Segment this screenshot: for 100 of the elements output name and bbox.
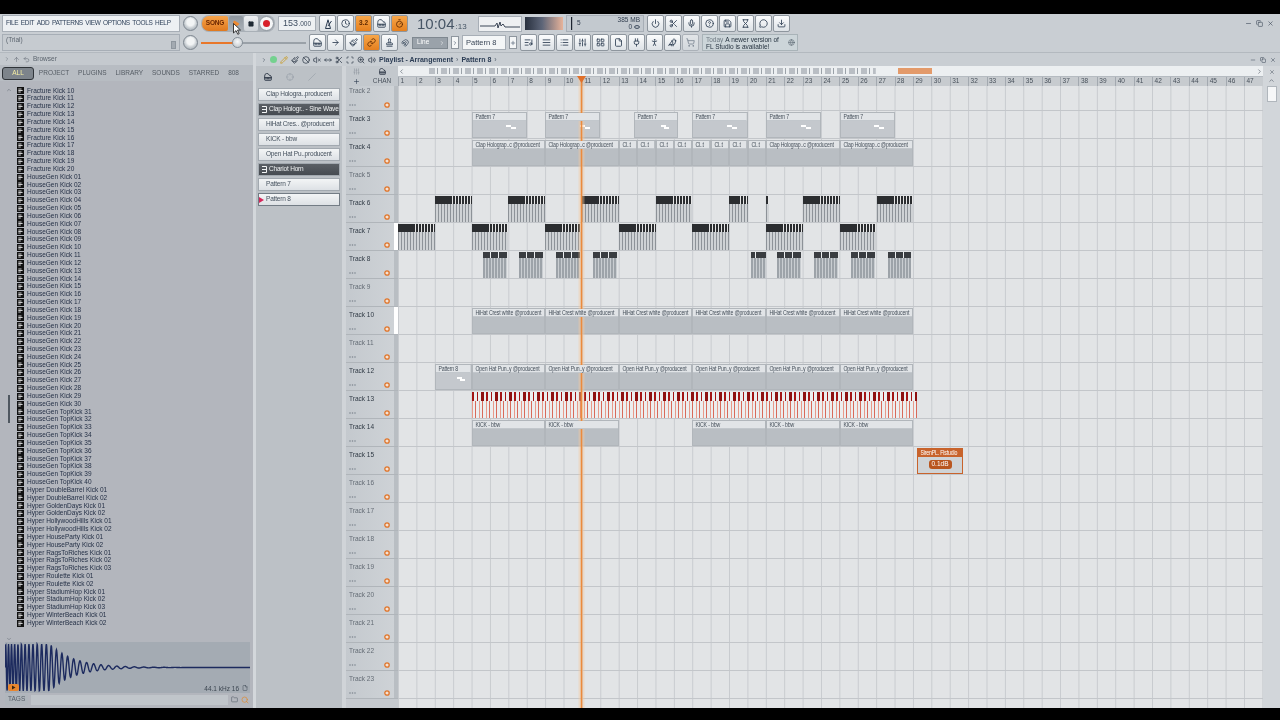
ring-icon[interactable]	[384, 186, 390, 192]
speaker-icon[interactable]	[368, 55, 376, 64]
ring-icon[interactable]	[384, 130, 390, 136]
up-arrow-icon[interactable]	[13, 55, 20, 63]
note-clip[interactable]	[655, 196, 693, 222]
sliced-audio-clip[interactable]	[777, 252, 802, 278]
ring-icon[interactable]	[384, 522, 390, 528]
sliders-icon[interactable]	[352, 67, 360, 75]
minimize-icon[interactable]	[1245, 20, 1252, 27]
music-list-button[interactable]	[520, 34, 537, 51]
melody-clip[interactable]	[471, 392, 917, 418]
prohibited-icon[interactable]	[302, 55, 310, 64]
link-button[interactable]	[363, 34, 380, 51]
horizontal-arrows-icon[interactable]	[324, 55, 332, 64]
sliced-audio-clip[interactable]	[850, 252, 875, 278]
ring-icon[interactable]	[384, 634, 390, 640]
ring-icon[interactable]	[384, 494, 390, 500]
metronome-button[interactable]	[319, 15, 336, 32]
stop-button[interactable]	[244, 16, 258, 31]
plug-button[interactable]	[628, 34, 645, 51]
save-button[interactable]	[719, 15, 736, 32]
slider-thumb[interactable]	[232, 37, 243, 48]
person-button[interactable]	[646, 34, 663, 51]
grid-button[interactable]	[592, 34, 609, 51]
file-button[interactable]	[610, 34, 627, 51]
sliced-audio-clip[interactable]	[751, 252, 767, 278]
note-clip[interactable]	[471, 224, 509, 250]
knob[interactable]	[183, 35, 198, 50]
sliced-audio-clip[interactable]	[556, 252, 581, 278]
scroll-up-icon[interactable]	[1268, 77, 1275, 84]
ring-icon[interactable]	[384, 550, 390, 556]
scroll-thumb[interactable]	[1266, 86, 1277, 102]
note-clip[interactable]	[729, 196, 748, 222]
note-clip[interactable]	[434, 196, 472, 222]
selection-frame-icon[interactable]	[346, 55, 354, 64]
microphone-button[interactable]	[683, 15, 700, 32]
scroll-left-icon[interactable]	[398, 67, 405, 75]
sliders-button[interactable]	[574, 34, 591, 51]
sliced-audio-clip[interactable]	[482, 252, 507, 278]
ring-icon[interactable]	[384, 382, 390, 388]
list-button[interactable]	[556, 34, 573, 51]
note-clip[interactable]	[508, 196, 546, 222]
sliced-audio-clip[interactable]	[519, 252, 544, 278]
close-icon[interactable]	[1270, 56, 1276, 63]
ring-icon[interactable]	[384, 438, 390, 444]
zoom-icon[interactable]	[357, 55, 365, 64]
knob[interactable]	[183, 16, 198, 31]
ring-icon[interactable]	[384, 606, 390, 612]
scissors-icon[interactable]	[335, 55, 343, 64]
piano-button[interactable]	[373, 15, 390, 32]
lines-button[interactable]	[538, 34, 555, 51]
note-clip[interactable]	[766, 196, 769, 222]
clock-button[interactable]	[337, 15, 354, 32]
chevron-right-icon[interactable]	[261, 56, 267, 63]
tags-field[interactable]	[31, 694, 228, 705]
note-clip[interactable]	[545, 224, 582, 250]
arrow-button[interactable]	[451, 36, 459, 49]
ring-icon[interactable]	[384, 214, 390, 220]
record-button[interactable]	[259, 16, 274, 31]
note-clip[interactable]	[618, 224, 656, 250]
restore-icon[interactable]	[1256, 20, 1263, 27]
timer-button[interactable]	[391, 15, 408, 32]
magnet-icon[interactable]	[401, 38, 409, 47]
close-icon[interactable]	[1268, 69, 1275, 75]
scroll-right-icon[interactable]	[1256, 67, 1263, 75]
play-icon[interactable]	[8, 684, 19, 691]
restore-icon[interactable]	[1260, 56, 1266, 63]
close-icon[interactable]	[1267, 20, 1274, 27]
folder-icon[interactable]	[231, 696, 238, 703]
ring-icon[interactable]	[384, 466, 390, 472]
chat-bubble-button[interactable]	[755, 15, 772, 32]
add-pattern-button[interactable]	[509, 36, 517, 49]
note-clip[interactable]	[802, 196, 840, 222]
ring-icon[interactable]	[384, 242, 390, 248]
ring-icon[interactable]	[384, 662, 390, 668]
hourglass-button[interactable]	[737, 15, 754, 32]
scissors-button[interactable]	[665, 15, 682, 32]
ring-icon[interactable]	[384, 578, 390, 584]
sliced-audio-clip[interactable]	[887, 252, 912, 278]
note-clip[interactable]	[766, 224, 803, 250]
download-button[interactable]	[773, 15, 790, 32]
plus-icon[interactable]	[352, 77, 360, 85]
back-arrow-icon[interactable]	[23, 55, 30, 63]
sliced-audio-clip[interactable]	[813, 252, 838, 278]
sliced-audio-clip[interactable]	[593, 252, 617, 278]
note-clip[interactable]	[398, 224, 435, 250]
paintbrush-icon[interactable]	[291, 55, 299, 64]
piano-icon[interactable]	[264, 72, 272, 81]
ring-icon[interactable]	[384, 298, 390, 304]
bird-button[interactable]	[664, 34, 681, 51]
power-button[interactable]	[647, 15, 664, 32]
stamp-button[interactable]	[381, 34, 398, 51]
ring-icon[interactable]	[384, 102, 390, 108]
note-clip[interactable]	[839, 224, 877, 250]
dot-icon[interactable]	[270, 56, 277, 63]
note-clip[interactable]	[692, 224, 730, 250]
muted-speaker-icon[interactable]	[313, 55, 321, 64]
help-button[interactable]	[701, 15, 718, 32]
piano-icon[interactable]	[378, 67, 386, 75]
globe-icon[interactable]	[788, 39, 795, 46]
